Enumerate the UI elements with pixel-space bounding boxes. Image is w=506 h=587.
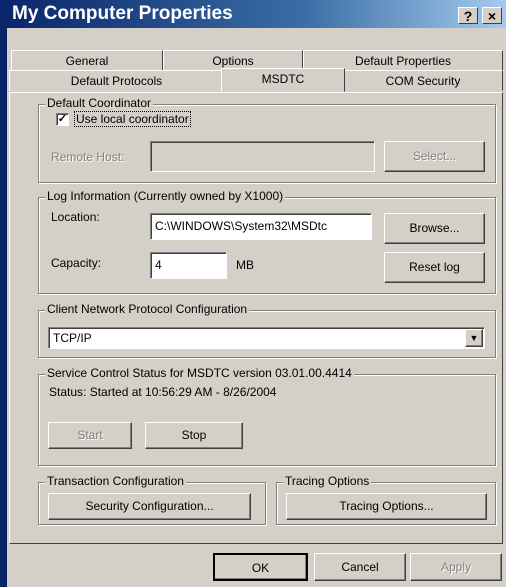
tab-msdtc[interactable]: MSDTC [221, 68, 345, 92]
stop-button[interactable]: Stop [145, 422, 243, 449]
tab-panel-msdtc: Default Coordinator ✓ Use local coordina… [9, 92, 503, 544]
use-local-coordinator-label[interactable]: Use local coordinator [74, 111, 191, 127]
cancel-button[interactable]: Cancel [314, 553, 406, 581]
tracing-options-label: Tracing Options [283, 474, 372, 488]
location-field[interactable]: C:\WINDOWS\System32\MSDtc [150, 213, 372, 240]
client-network-group: Client Network Protocol Configuration TC… [38, 302, 496, 358]
browse-button[interactable]: Browse... [384, 213, 485, 244]
remote-host-field[interactable] [150, 141, 375, 172]
tab-default-protocols[interactable]: Default Protocols [9, 70, 224, 91]
protocol-select[interactable]: TCP/IP [48, 327, 485, 349]
chevron-down-icon[interactable]: ▼ [465, 329, 483, 347]
default-coordinator-group: Default Coordinator ✓ Use local coordina… [38, 96, 496, 183]
dialog-body: General Options Default Properties Defau… [7, 28, 506, 587]
tab-general[interactable]: General [11, 50, 163, 71]
title-bar[interactable]: My Computer Properties ? × [0, 0, 506, 28]
transaction-config-group: Transaction Configuration Security Confi… [38, 474, 266, 525]
service-control-label: Service Control Status for MSDTC version… [45, 366, 354, 380]
location-label: Location: [51, 210, 100, 224]
security-configuration-button[interactable]: Security Configuration... [48, 493, 251, 520]
window-title: My Computer Properties [12, 3, 233, 24]
tracing-options-group: Tracing Options Tracing Options... [276, 474, 496, 525]
capacity-field[interactable]: 4 [150, 252, 227, 279]
log-information-label: Log Information (Currently owned by X100… [45, 189, 286, 203]
tab-com-security[interactable]: COM Security [343, 70, 503, 91]
select-button[interactable]: Select... [384, 141, 485, 172]
help-button[interactable]: ? [458, 7, 478, 24]
apply-button[interactable]: Apply [410, 553, 502, 581]
capacity-label: Capacity: [51, 256, 102, 270]
default-coordinator-label: Default Coordinator [45, 96, 154, 110]
tracing-options-button[interactable]: Tracing Options... [286, 493, 487, 520]
service-status-text: Status: Started at 10:56:29 AM - 8/26/20… [49, 385, 277, 399]
protocol-selected-value: TCP/IP [53, 331, 92, 345]
close-button[interactable]: × [482, 7, 502, 24]
ok-button[interactable]: OK [213, 553, 308, 581]
log-information-group: Log Information (Currently owned by X100… [38, 189, 496, 294]
use-local-coordinator-checkbox[interactable]: ✓ [56, 113, 69, 126]
transaction-config-label: Transaction Configuration [45, 474, 186, 488]
capacity-unit: MB [236, 258, 254, 272]
service-control-group: Service Control Status for MSDTC version… [38, 366, 496, 466]
start-button[interactable]: Start [48, 422, 132, 449]
remote-host-label: Remote Host: [51, 150, 125, 164]
client-network-label: Client Network Protocol Configuration [45, 302, 250, 316]
reset-log-button[interactable]: Reset log [384, 252, 485, 283]
